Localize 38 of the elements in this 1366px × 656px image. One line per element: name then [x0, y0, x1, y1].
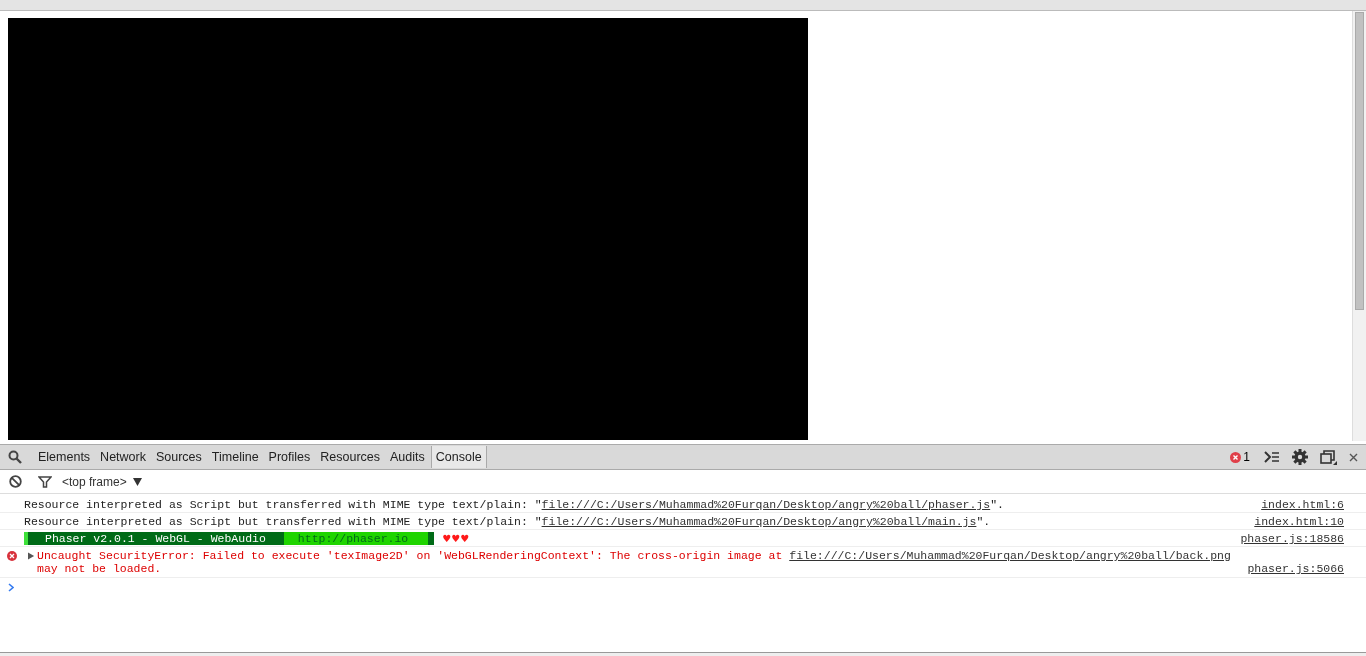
settings-icon[interactable]	[1292, 449, 1308, 465]
devtools-tab[interactable]: Timeline	[207, 446, 263, 468]
close-icon[interactable]	[1349, 452, 1358, 462]
file-link[interactable]: file:///C:/Users/Muhammad%20Furqan/Desktop/angry%20ball/back.png	[789, 549, 1231, 562]
error-message: Uncaught SecurityError: Failed to execute 'texImage2D' on 'WebGLRenderingContext': The cross-origin image at file:///C:/Users/Muhammad%20Furqan/Desktop/angry%20ball/back.png may not be loaded.	[37, 549, 1232, 575]
scrollbar[interactable]	[1352, 11, 1366, 441]
search-icon[interactable]	[8, 450, 22, 464]
banner-stripe	[428, 532, 435, 545]
console-drawer-icon[interactable]	[1264, 451, 1280, 463]
frame-selector[interactable]: <top frame>	[62, 474, 133, 489]
devtools-tab[interactable]: Audits	[386, 446, 429, 468]
error-count[interactable]: 1	[1243, 450, 1250, 464]
console-message: Resource interpreted as Script but transferred with MIME type text/plain: "file:///C:/Users/Muhammad%20Furqan/Desktop/angry%20ball/phaser.js".	[24, 498, 1004, 511]
error-icon	[7, 551, 17, 561]
banner-stripe	[24, 532, 28, 545]
source-link[interactable]: phaser.js:5066	[1235, 562, 1344, 575]
prompt-chevron-icon[interactable]	[8, 583, 14, 592]
filter-icon[interactable]	[38, 475, 52, 488]
source-link[interactable]: index.html:6	[1249, 498, 1344, 511]
source-link[interactable]: index.html:10	[1242, 515, 1344, 528]
clear-console-icon[interactable]	[9, 475, 22, 488]
source-link[interactable]: phaser.js:18586	[1228, 532, 1344, 545]
console-message: Resource interpreted as Script but transferred with MIME type text/plain: "file:///C:/Users/Muhammad%20Furqan/Desktop/angry%20ball/main.js".	[24, 515, 991, 528]
devtools-tab[interactable]: Elements	[34, 446, 95, 468]
banner-url: http://phaser.io	[297, 532, 429, 545]
expand-triangle-icon[interactable]	[28, 552, 35, 560]
dropdown-caret-icon[interactable]	[132, 477, 142, 486]
banner-title: Phaser v2.0.1 - WebGL - WebAudio	[28, 532, 284, 545]
devtools-tab[interactable]: Console	[430, 446, 487, 468]
file-link[interactable]: file:///C:/Users/Muhammad%20Furqan/Desktop/angry%20ball/main.js	[541, 515, 977, 528]
devtools-tab[interactable]: Profiles	[264, 446, 315, 468]
file-link[interactable]: file:///C:/Users/Muhammad%20Furqan/Desktop/angry%20ball/phaser.js	[541, 498, 991, 511]
dock-icon[interactable]	[1320, 449, 1337, 465]
devtools-tab[interactable]: Resources	[316, 446, 385, 468]
devtools-tab[interactable]: Sources	[151, 446, 206, 468]
error-icon	[1230, 451, 1242, 463]
devtools-tab[interactable]: Network	[96, 446, 150, 468]
hearts: ♥♥♥	[442, 532, 470, 545]
